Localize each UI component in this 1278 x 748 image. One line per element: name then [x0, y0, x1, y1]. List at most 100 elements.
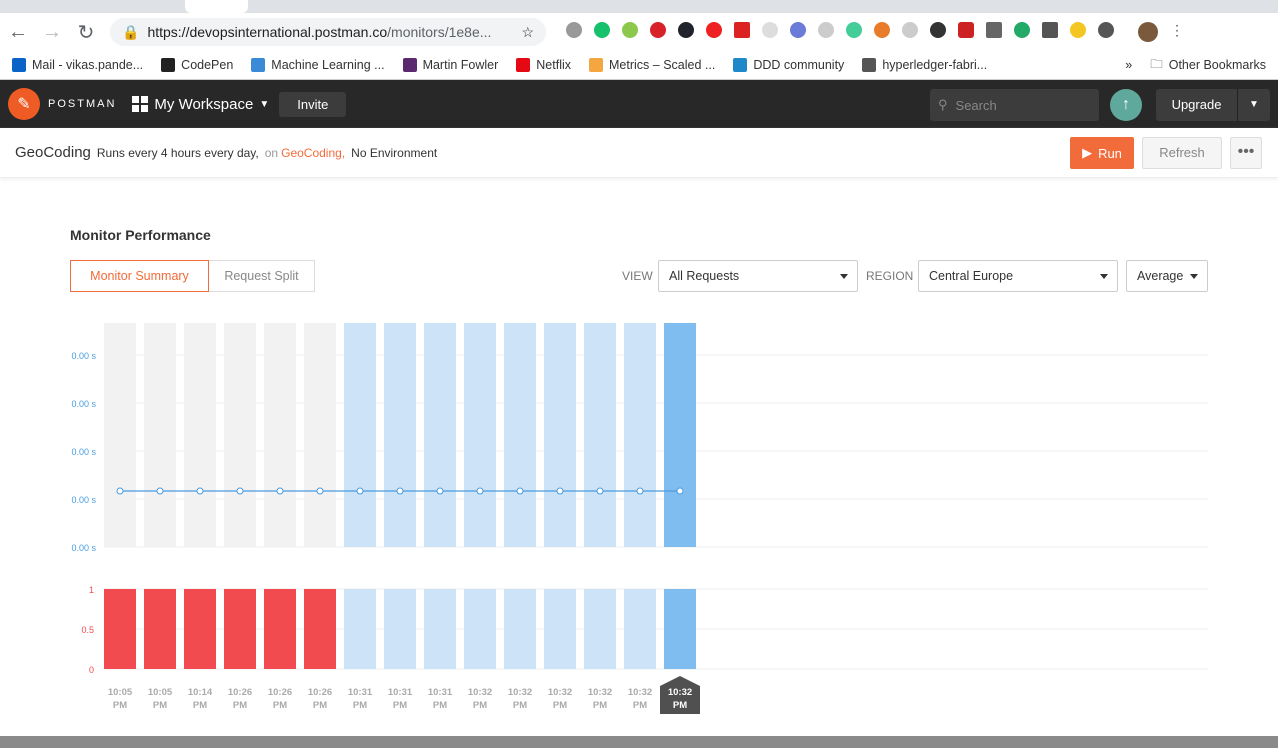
target-icon[interactable]	[762, 22, 778, 38]
url-input[interactable]: 🔒 https://devopsinternational.postman.co/…	[110, 18, 546, 46]
bookmark-item[interactable]: Metrics – Scaled ...	[589, 58, 715, 72]
x-tick-label: 10:31 PM	[428, 687, 453, 711]
caret-down-icon: ▼	[259, 98, 270, 110]
star-icon[interactable]: ☆	[521, 24, 534, 41]
x-tick-period: PM	[633, 700, 647, 711]
run-button[interactable]: ▶ Run	[1070, 137, 1134, 169]
failed-requests-bar	[344, 589, 376, 669]
invite-button[interactable]: Invite	[279, 91, 347, 117]
x-tick-time: 10:26	[308, 687, 332, 698]
bookmark-item[interactable]: Netflix	[516, 58, 571, 72]
mail-icon[interactable]	[846, 22, 862, 38]
tab-monitor-summary[interactable]: Monitor Summary	[70, 260, 209, 292]
lastpass-icon[interactable]	[734, 22, 750, 38]
failed-requests-bar	[264, 589, 296, 669]
grammarly-icon[interactable]	[594, 22, 610, 38]
other-bookmarks-label: Other Bookmarks	[1168, 58, 1266, 72]
x-tick-time: 10:31	[428, 687, 453, 698]
bookmark-item[interactable]: CodePen	[161, 58, 233, 72]
avatar[interactable]	[1138, 22, 1158, 42]
r-icon[interactable]	[790, 22, 806, 38]
run-label: Run	[1098, 145, 1122, 161]
result-column-bg	[384, 589, 416, 669]
x-tick-label: 10:32 PM	[508, 687, 532, 711]
result-column-bg	[224, 589, 256, 669]
tab-request-split[interactable]: Request Split	[209, 260, 315, 292]
workspace-switcher[interactable]: My Workspace ▼	[132, 96, 269, 113]
response-time-point	[436, 487, 444, 495]
x-tick-time: 10:32	[628, 687, 652, 698]
chat-icon[interactable]	[818, 22, 834, 38]
active-tab[interactable]	[185, 0, 248, 13]
menu-icon[interactable]: ⋮	[1170, 22, 1184, 38]
upgrade-button[interactable]: Upgrade ▼	[1156, 89, 1270, 121]
x-tick-time: 10:31	[388, 687, 413, 698]
drive-icon[interactable]	[986, 22, 1002, 38]
bookmarks-overflow[interactable]: »	[1125, 58, 1132, 72]
tree-icon[interactable]	[902, 22, 918, 38]
x-tick-label: 10:31 PM	[348, 687, 373, 711]
result-column-bg	[344, 589, 376, 669]
result-column-bg	[184, 589, 216, 669]
collection-link[interactable]: GeoCoding,	[281, 146, 345, 160]
bookmark-label: Machine Learning ...	[271, 58, 385, 72]
region-select[interactable]: Central Europe	[918, 260, 1118, 292]
x-tick-label: 10:32 PM	[628, 687, 652, 711]
react-icon[interactable]	[678, 22, 694, 38]
bookmark-item[interactable]: hyperledger-fabri...	[862, 58, 987, 72]
x-tick-period: PM	[273, 700, 287, 711]
sync-status-icon[interactable]: ↑	[1110, 89, 1142, 121]
x-tick-label: 10:26 PM	[308, 687, 332, 711]
os-dock	[0, 736, 1278, 748]
extensions: ⋮	[566, 22, 1184, 42]
x-tick-label: 10:32 PM	[548, 687, 572, 711]
other-bookmarks[interactable]: 🗀 Other Bookmarks	[1150, 55, 1266, 76]
extension-icon[interactable]	[566, 22, 582, 38]
stop-icon[interactable]	[706, 22, 722, 38]
reload-icon[interactable]: ↻	[76, 20, 96, 45]
monitor-schedule: Runs every 4 hours every day,	[96, 145, 259, 160]
bookmark-icon	[402, 58, 417, 72]
bookmark-icon	[516, 58, 531, 72]
search-input[interactable]: ⚲ Search	[930, 89, 1099, 121]
cast-icon[interactable]	[1042, 22, 1058, 38]
node-icon[interactable]	[622, 22, 638, 38]
browser-tab-strip[interactable]	[0, 0, 1278, 13]
response-time-column	[584, 323, 616, 547]
more-options-button[interactable]: •••	[1230, 137, 1262, 169]
bookmark-item[interactable]: Martin Fowler	[402, 58, 498, 72]
x-tick-time: 10:31	[348, 687, 373, 698]
bookmark-item[interactable]: Machine Learning ...	[251, 58, 385, 72]
response-time-column	[504, 323, 536, 547]
coin-icon[interactable]	[1070, 22, 1086, 38]
swirl-icon[interactable]	[1098, 22, 1114, 38]
adblock-icon[interactable]	[650, 22, 666, 38]
cors-icon[interactable]	[958, 22, 974, 38]
x-tick-label: 10:32 PM	[588, 687, 612, 711]
response-time-column	[544, 323, 576, 547]
upgrade-dropdown-icon[interactable]: ▼	[1238, 89, 1270, 121]
environment-label: No Environment	[351, 145, 438, 160]
x-icon[interactable]	[1014, 22, 1030, 38]
y-tick-label: 0.00 s	[71, 495, 96, 505]
radiation-icon[interactable]	[930, 22, 946, 38]
view-select[interactable]: All Requests	[658, 260, 858, 292]
metric-select[interactable]: Average	[1126, 260, 1208, 292]
result-column-bg	[424, 589, 456, 669]
fox-icon[interactable]	[874, 22, 890, 38]
view-label: VIEW	[622, 269, 653, 283]
bookmark-label: hyperledger-fabri...	[882, 58, 988, 72]
failed-requests-bar	[104, 589, 136, 669]
bookmark-item[interactable]: Mail - vikas.pande...	[12, 58, 143, 72]
response-time-column	[464, 323, 496, 547]
response-time-column	[264, 323, 296, 547]
response-time-point	[396, 487, 404, 495]
x-tick-period: PM	[153, 700, 167, 711]
forward-icon[interactable]: →	[42, 21, 62, 44]
x-tick-period: PM	[113, 700, 127, 711]
refresh-button[interactable]: Refresh	[1142, 137, 1222, 169]
workspace-name: My Workspace	[154, 95, 254, 113]
bookmark-item[interactable]: DDD community	[733, 58, 844, 72]
back-icon[interactable]: ←	[8, 21, 28, 44]
search-icon: ⚲	[938, 97, 948, 112]
